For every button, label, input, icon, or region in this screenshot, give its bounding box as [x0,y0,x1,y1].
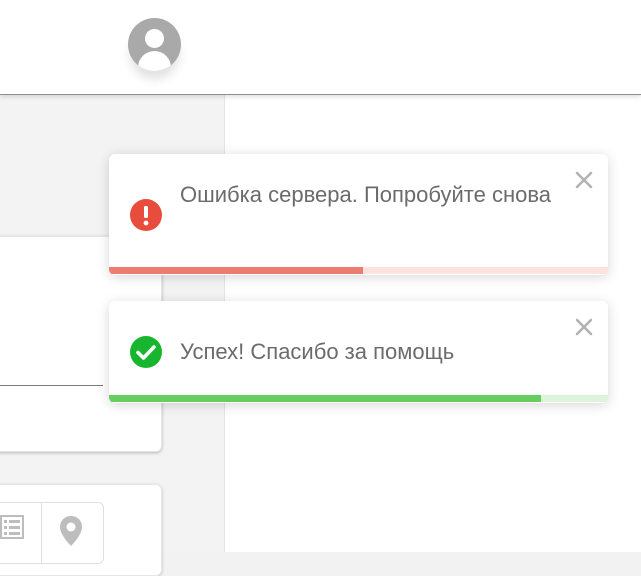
toast-progress-track [109,267,608,274]
toast-progress-track [109,395,608,402]
check-icon [130,336,162,368]
toast-progress-fill [109,267,363,274]
avatar-body [138,51,171,71]
map-pin-icon[interactable] [59,515,83,547]
toast-message: Ошибка сервера. Попробуйте снова [180,182,552,207]
toast-progress-fill [109,395,541,402]
user-avatar-icon[interactable] [128,18,181,71]
top-bar [0,0,641,95]
error-toast: Ошибка сервера. Попробуйте снова [109,154,608,275]
list-icon[interactable] [0,514,24,540]
toast-message: Успех! Спасибо за помощь [180,339,455,364]
input-underline[interactable] [0,385,103,386]
segment-divider [41,503,42,563]
close-icon[interactable] [573,316,595,338]
close-icon[interactable] [573,169,595,191]
avatar-head [145,29,164,48]
exclamation-icon [130,199,162,231]
success-toast: Успех! Спасибо за помощь [109,301,608,403]
